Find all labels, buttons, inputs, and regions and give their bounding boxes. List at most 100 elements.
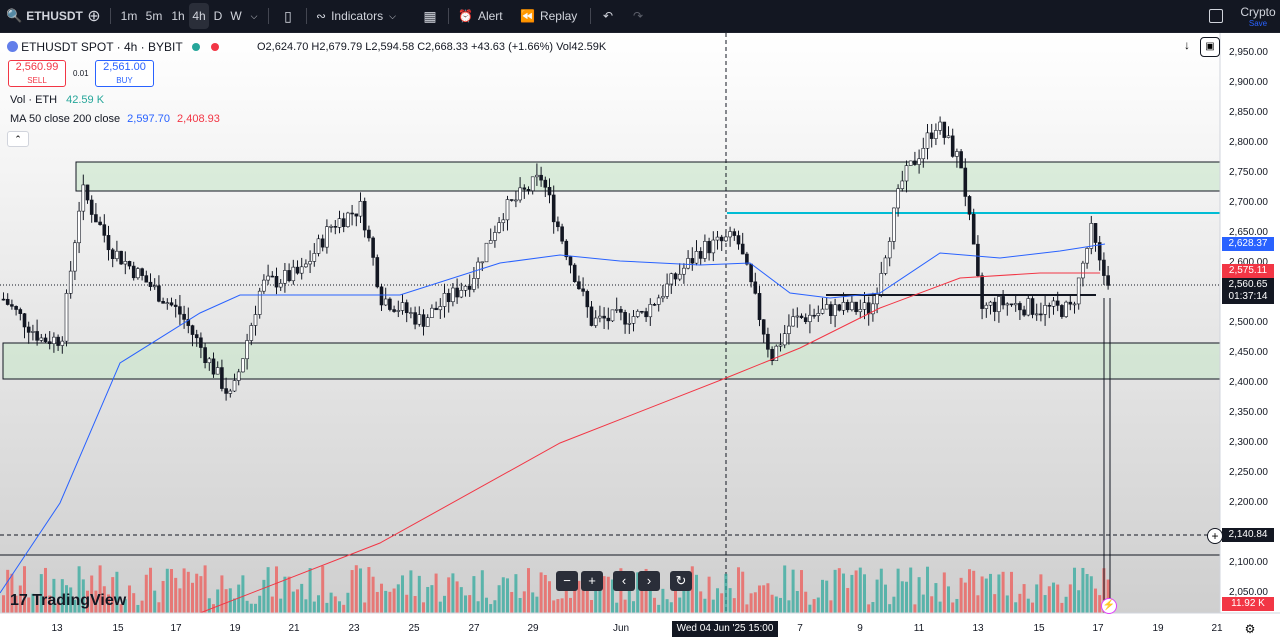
candle-body: [81, 184, 86, 212]
interval-D[interactable]: D: [211, 0, 225, 32]
add-symbol-button[interactable]: ⊕: [84, 0, 104, 32]
candle-body: [938, 121, 942, 131]
scroll-down-arrow-icon[interactable]: ↓: [1180, 38, 1194, 54]
volume-bar: [900, 581, 904, 613]
candle-body: [963, 167, 968, 197]
interval-1m[interactable]: 1m: [118, 0, 140, 32]
zoom-in-button[interactable]: +: [581, 571, 603, 591]
sell-button[interactable]: 2,560.99 SELL: [8, 60, 66, 87]
crosshair-time-label: Wed 04 Jun '25 15:00: [672, 621, 778, 637]
add-alert-plus-icon[interactable]: +: [1207, 528, 1223, 544]
volume-bar: [451, 573, 455, 613]
candle-body: [451, 287, 455, 303]
price-tick-label: 2,850.00: [1229, 107, 1268, 118]
workspace-button[interactable]: Crypto Save: [1238, 0, 1278, 32]
candle-body: [946, 135, 951, 138]
candle-body: [896, 188, 900, 209]
buy-button[interactable]: 2,561.00 BUY: [95, 60, 154, 87]
time-tick-label: 13: [972, 623, 984, 634]
candle-body: [1089, 223, 1094, 249]
candle-body: [917, 158, 921, 165]
volume-bar: [724, 573, 728, 613]
interval-4h[interactable]: 4h: [189, 3, 209, 29]
redo-icon[interactable]: ↷: [630, 0, 646, 32]
legend-title[interactable]: ETHUSDT SPOT · 4h · BYBIT: [21, 40, 183, 54]
interval-W[interactable]: W: [228, 0, 244, 32]
volume-bar: [816, 597, 820, 613]
volume-bar: [480, 570, 484, 613]
candle-body: [757, 293, 762, 320]
screenshot-icon[interactable]: ▣: [1200, 37, 1220, 57]
undo-icon[interactable]: ↶: [600, 0, 616, 32]
volume-bar: [392, 588, 396, 613]
candle-body: [934, 130, 938, 139]
volume-bar: [623, 599, 627, 613]
candle-body: [199, 337, 203, 348]
reset-chart-button[interactable]: ↻: [670, 571, 692, 591]
candle-body: [215, 367, 220, 375]
candle-body: [178, 306, 182, 315]
candle-body: [94, 214, 98, 223]
candle-body: [299, 266, 304, 274]
candle-body: [1001, 296, 1005, 306]
candle-body: [228, 390, 233, 394]
fullscreen-icon[interactable]: [1207, 0, 1225, 32]
layout-grid-icon[interactable]: ▦: [420, 0, 440, 32]
candle-body: [568, 256, 573, 266]
volume-bar: [678, 597, 682, 613]
candle-body: [1, 298, 6, 301]
candle-body: [921, 148, 926, 160]
volume-bar: [522, 591, 526, 613]
volume-bar: [934, 583, 938, 613]
candle-type-icon[interactable]: ▯: [278, 0, 298, 32]
volume-bar: [1039, 574, 1043, 613]
candle-body: [404, 302, 409, 314]
volume-bar: [837, 568, 841, 613]
ma-legend[interactable]: MA 50 close 200 close 2,597.70 2,408.93: [10, 113, 220, 125]
candle-body: [73, 242, 77, 272]
candle-body: [707, 241, 711, 254]
candle-body: [442, 292, 447, 307]
chart-area[interactable]: 2,950.00 2,900.00 2,850.00 2,800.00 2,750.00…: [0, 33, 1280, 642]
volume-bar: [762, 585, 766, 613]
candle-body: [782, 333, 787, 346]
volume-bar: [405, 594, 409, 613]
candle-body: [262, 279, 266, 292]
symbol-search[interactable]: 🔍 ETHUSDT: [6, 0, 83, 32]
tradingview-logo[interactable]: 17 TradingView: [10, 592, 126, 610]
lightning-icon[interactable]: ⚡: [1101, 598, 1117, 614]
scroll-left-button[interactable]: ‹: [613, 571, 635, 591]
volume-bar: [867, 604, 871, 613]
candle-body: [312, 253, 317, 262]
alert-button[interactable]: ⏰ Alert: [458, 0, 510, 32]
ma200-value: 2,408.93: [177, 113, 220, 125]
candle-body: [908, 160, 913, 166]
volume-legend[interactable]: Vol · ETH 42.59 K: [10, 94, 104, 106]
indicators-button[interactable]: ∾ Indicators ⌵: [316, 0, 416, 32]
candle-body: [417, 314, 422, 325]
settings-gear-icon[interactable]: ⚙: [1243, 622, 1257, 636]
collapse-legend-chevron-icon[interactable]: ⌃: [7, 131, 29, 147]
volume-bar: [938, 601, 942, 613]
replay-label: Replay: [539, 9, 578, 23]
interval-1h[interactable]: 1h: [168, 0, 188, 32]
candle-body: [925, 132, 930, 149]
scroll-right-button[interactable]: ›: [638, 571, 660, 591]
volume-bar: [590, 600, 593, 613]
volume-bar: [321, 565, 325, 613]
candle-body: [1068, 301, 1073, 305]
candle-body: [350, 212, 354, 215]
volume-bar: [913, 604, 917, 613]
interval-dropdown-chevron-icon[interactable]: ⌵: [248, 0, 260, 32]
countdown-label: 01:37:14: [1222, 290, 1274, 304]
interval-5m[interactable]: 5m: [143, 0, 165, 32]
zoom-out-button[interactable]: −: [556, 571, 578, 591]
volume-bar: [287, 576, 291, 613]
symbol-logo-icon: [7, 41, 18, 52]
candle-body: [640, 310, 644, 313]
volume-bar: [871, 602, 875, 613]
volume-bar: [270, 596, 274, 613]
replay-button[interactable]: ⏪ Replay: [520, 0, 582, 32]
candle-body: [551, 194, 556, 223]
candle-body: [803, 317, 808, 323]
